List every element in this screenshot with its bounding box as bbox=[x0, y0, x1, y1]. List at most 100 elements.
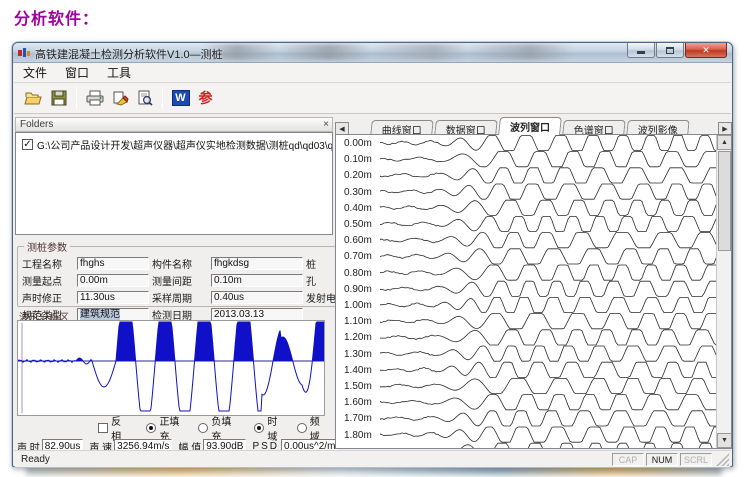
indicator-scrl: SCRL bbox=[680, 453, 712, 466]
indicator-cap: CAP bbox=[612, 453, 644, 466]
tree-item-checkbox[interactable]: ✓ bbox=[22, 139, 33, 150]
minimize-button[interactable] bbox=[627, 43, 655, 58]
status-indicators: CAPNUMSCRL bbox=[612, 453, 714, 466]
status-text: Ready bbox=[21, 454, 612, 465]
waveform-controls: 反相 正填充 负填充 时域 频域 bbox=[17, 421, 329, 435]
depth-label: 1.10m bbox=[344, 316, 380, 327]
right-tabstrip: ◀ 曲线窗口数据窗口波列窗口色谱窗口波列影像 ▶ bbox=[335, 117, 732, 135]
param-value[interactable]: fhghs bbox=[77, 257, 149, 270]
open-button[interactable] bbox=[21, 86, 46, 110]
waveform-analysis-plot[interactable] bbox=[17, 320, 325, 416]
depth-label: 0.80m bbox=[344, 268, 380, 279]
titlebar-glass-blur bbox=[203, 44, 623, 60]
folders-panel-title: Folders bbox=[20, 119, 53, 130]
param-value[interactable]: 0.00m bbox=[77, 274, 149, 287]
param-label: 测量间距 bbox=[152, 273, 208, 288]
close-button[interactable]: ✕ bbox=[685, 43, 727, 58]
folders-close-icon[interactable]: × bbox=[323, 119, 329, 130]
statusbar: Ready CAPNUMSCRL bbox=[14, 450, 731, 467]
scrollbar-thumb[interactable] bbox=[718, 151, 731, 251]
app-icon bbox=[18, 47, 31, 59]
param-label: 构件名称 bbox=[152, 256, 208, 271]
menu-tools[interactable]: 工具 bbox=[98, 62, 140, 83]
save-button[interactable] bbox=[46, 86, 71, 110]
folder-tree[interactable]: ✓ G:\公司产品设计开发\超声仪器\超声仪实地检测数据\测桩qd\qd03\q… bbox=[15, 132, 333, 235]
print-setup-icon bbox=[111, 90, 129, 106]
tab-4[interactable]: 色谱窗口 bbox=[562, 120, 626, 135]
wave-train-panel[interactable]: 0.00m0.10m0.20m0.30m0.40m0.50m0.60m0.70m… bbox=[335, 134, 732, 449]
depth-label: 0.40m bbox=[344, 203, 380, 214]
tree-item-label: G:\公司产品设计开发\超声仪器\超声仪实地检测数据\测桩qd\qd03\qd0… bbox=[37, 137, 333, 152]
depth-label: 1.00m bbox=[344, 300, 380, 311]
parameters-icon: 参 bbox=[199, 88, 213, 108]
scroll-up-icon[interactable]: ▲ bbox=[717, 135, 732, 150]
folders-panel-header: Folders × bbox=[15, 117, 333, 132]
open-folder-icon bbox=[24, 91, 43, 106]
print-preview-icon bbox=[137, 90, 153, 106]
fill-negative-radio[interactable] bbox=[198, 423, 208, 433]
depth-label: 1.50m bbox=[344, 381, 380, 392]
wave-train-chart bbox=[380, 135, 718, 449]
scroll-down-icon[interactable]: ▼ bbox=[717, 433, 732, 448]
tab-label: 波列窗口 bbox=[510, 119, 550, 134]
print-button[interactable] bbox=[82, 86, 107, 110]
param-value[interactable]: 0.40us bbox=[211, 291, 303, 304]
tabs: 曲线窗口数据窗口波列窗口色谱窗口波列影像 bbox=[371, 117, 691, 135]
close-icon: ✕ bbox=[702, 45, 710, 56]
param-label: 采样周期 bbox=[152, 290, 208, 305]
screenshot-stage: 分析软件： 高铁建混凝土检测分析软件V1.0—测桩 ✕ 文件 窗口 工具 bbox=[0, 0, 745, 477]
toolbar-separator bbox=[76, 87, 77, 109]
depth-label: 0.00m bbox=[344, 138, 380, 149]
maximize-icon bbox=[666, 47, 674, 54]
depth-label: 0.60m bbox=[344, 235, 380, 246]
waveform-chart bbox=[18, 321, 324, 415]
wave-train-scrollbar[interactable]: ▲ ▼ bbox=[716, 135, 731, 448]
pile-parameters-legend: 测桩参数 bbox=[24, 239, 70, 254]
print-preview-button[interactable] bbox=[132, 86, 157, 110]
word-export-button[interactable]: W bbox=[168, 86, 193, 110]
depth-label: 0.50m bbox=[344, 219, 380, 230]
titlebar[interactable]: 高铁建混凝土检测分析软件V1.0—测桩 ✕ bbox=[13, 43, 732, 63]
page-title: 分析软件： bbox=[14, 5, 99, 29]
param-label: 声时修正 bbox=[22, 290, 74, 305]
resize-grip[interactable] bbox=[716, 453, 729, 466]
fill-positive-radio[interactable] bbox=[146, 423, 156, 433]
freq-domain-radio[interactable] bbox=[297, 423, 307, 433]
tab-5[interactable]: 波列影像 bbox=[626, 120, 690, 135]
param-label: 工程名称 bbox=[22, 256, 74, 271]
param-value[interactable]: 11.30us bbox=[77, 291, 149, 304]
invert-checkbox[interactable] bbox=[98, 423, 108, 433]
print-setup-button[interactable] bbox=[107, 86, 132, 110]
time-domain-radio[interactable] bbox=[254, 423, 264, 433]
toolbar-separator bbox=[162, 87, 163, 109]
param-value[interactable]: 0.10m bbox=[211, 274, 303, 287]
menu-window[interactable]: 窗口 bbox=[56, 62, 98, 83]
tree-item[interactable]: ✓ G:\公司产品设计开发\超声仪器\超声仪实地检测数据\测桩qd\qd03\q… bbox=[22, 137, 330, 152]
depth-label: 1.80m bbox=[344, 430, 380, 441]
depth-label: 1.40m bbox=[344, 365, 380, 376]
param-value[interactable]: fhgkdsg bbox=[211, 257, 303, 270]
word-icon: W bbox=[172, 90, 190, 106]
depth-label: 1.60m bbox=[344, 397, 380, 408]
printer-icon bbox=[86, 90, 104, 106]
depth-label: 0.30m bbox=[344, 187, 380, 198]
depth-label: 0.10m bbox=[344, 154, 380, 165]
parameters-button[interactable]: 参 bbox=[193, 86, 218, 110]
tab-2[interactable]: 数据窗口 bbox=[434, 120, 498, 135]
indicator-num: NUM bbox=[646, 453, 678, 466]
param-value-selected-text: 建筑规范 bbox=[80, 309, 120, 320]
tab-1[interactable]: 曲线窗口 bbox=[370, 120, 434, 135]
depth-label: 0.20m bbox=[344, 170, 380, 181]
menu-file[interactable]: 文件 bbox=[14, 62, 56, 83]
app-window: 高铁建混凝土检测分析软件V1.0—测桩 ✕ 文件 窗口 工具 bbox=[12, 42, 733, 467]
depth-label: 1.30m bbox=[344, 349, 380, 360]
maximize-button[interactable] bbox=[656, 43, 684, 58]
toolbar: W 参 bbox=[14, 83, 731, 114]
menubar: 文件 窗口 工具 bbox=[14, 63, 731, 83]
save-floppy-icon bbox=[51, 90, 67, 106]
tab-3[interactable]: 波列窗口 bbox=[498, 117, 562, 135]
depth-label: 0.90m bbox=[344, 284, 380, 295]
depth-label: 1.20m bbox=[344, 332, 380, 343]
window-title: 高铁建混凝土检测分析软件V1.0—测桩 bbox=[35, 46, 223, 62]
param-label: 测量起点 bbox=[22, 273, 74, 288]
